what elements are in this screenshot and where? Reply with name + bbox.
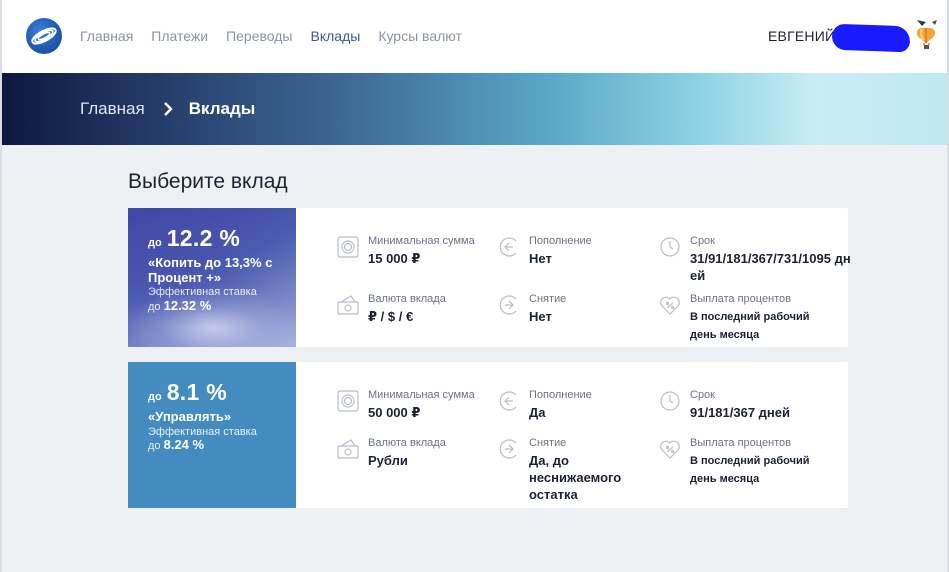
rate-value: 12.2 % xyxy=(166,225,241,251)
deposit-card[interactable]: до 12.2 % «Копить до 13,3% с Процент +» … xyxy=(128,208,851,347)
feature-label: Пополнение xyxy=(529,235,592,247)
feature-label: Выплата процентов xyxy=(690,293,792,305)
feature-value: 50 000 ₽ xyxy=(368,405,421,420)
rate-prefix: до xyxy=(148,391,162,403)
heart-percent-icon xyxy=(658,293,682,317)
nav-item-deposits[interactable]: Вклады xyxy=(311,28,361,45)
nav-item-home[interactable]: Главная xyxy=(80,28,133,45)
effective-rate-prefix: до xyxy=(148,440,161,452)
deposit-card[interactable]: до 8.1 % «Управлять» Эффективная ставка … xyxy=(128,362,848,508)
user-name[interactable]: ЕВГЕНИЙ xyxy=(768,28,835,45)
feature-value: В последний рабочий день месяца xyxy=(690,455,810,485)
feature-label: Минимальная сумма xyxy=(368,389,475,401)
breadcrumb-home[interactable]: Главная xyxy=(80,99,145,119)
coin-icon xyxy=(336,389,360,413)
effective-rate-line: до 8.24 % xyxy=(148,438,204,453)
page-title: Выберите вклад xyxy=(128,170,288,193)
nav-item-exchange-rates[interactable]: Курсы валют xyxy=(378,28,462,45)
rate-line: до 8.1 % xyxy=(148,379,227,406)
feature-label: Снятие xyxy=(529,437,567,449)
feature-label: Срок xyxy=(690,389,715,401)
top-navigation-bar: Главная Платежи Переводы Вклады Курсы ва… xyxy=(0,0,949,73)
main-nav: Главная Платежи Переводы Вклады Курсы ва… xyxy=(80,28,480,45)
rate-panel: до 8.1 % «Управлять» Эффективная ставка … xyxy=(128,362,296,508)
nav-item-payments[interactable]: Платежи xyxy=(151,28,208,45)
feature-value: Да, до неснижаемого остатка xyxy=(529,453,622,502)
page-banner: Главная Вклады xyxy=(0,73,949,145)
feature-label: Снятие xyxy=(529,293,567,305)
feature-value: 15 000 ₽ xyxy=(368,251,421,266)
deposit-name: «Управлять» xyxy=(148,409,232,424)
rate-line: до 12.2 % xyxy=(148,225,240,252)
cash-icon xyxy=(336,437,360,461)
withdraw-icon xyxy=(497,293,521,317)
effective-rate-value: 12.32 % xyxy=(163,298,212,313)
feature-label: Срок xyxy=(690,235,715,247)
nav-item-transfers[interactable]: Переводы xyxy=(226,28,292,45)
bank-logo-icon[interactable] xyxy=(26,18,62,54)
breadcrumb-current: Вклады xyxy=(188,99,256,118)
feature-value: Рубли xyxy=(368,453,408,468)
breadcrumb: Главная Вклады xyxy=(80,99,255,119)
replenish-icon xyxy=(497,235,521,259)
window-frame-left xyxy=(0,0,2,572)
feature-label: Валюта вклада xyxy=(368,437,446,449)
redacted-surname xyxy=(831,23,911,53)
feature-value: Нет xyxy=(529,309,552,324)
heart-percent-icon xyxy=(658,437,682,461)
withdraw-icon xyxy=(497,437,521,461)
feature-value: Нет xyxy=(529,251,552,266)
feature-label: Выплата процентов xyxy=(690,437,792,449)
replenish-icon xyxy=(497,389,521,413)
feature-value: Да xyxy=(529,405,546,420)
effective-rate-line: до 12.32 % xyxy=(148,299,211,314)
rate-panel: до 12.2 % «Копить до 13,3% с Процент +» … xyxy=(128,208,296,347)
feature-label: Валюта вклада xyxy=(368,293,446,305)
effective-rate-value: 8.24 % xyxy=(163,437,205,452)
rate-value: 8.1 % xyxy=(166,379,228,405)
deposit-name: «Копить до 13,3% с Процент +» xyxy=(148,255,273,285)
feature-value: ₽ / $ / € xyxy=(368,309,414,324)
clock-icon xyxy=(658,389,682,413)
coin-icon xyxy=(336,235,360,259)
user-avatar-balloon-icon[interactable] xyxy=(910,18,944,54)
feature-label: Пополнение xyxy=(529,389,592,401)
rate-prefix: до xyxy=(148,237,162,249)
feature-value: В последний рабочий день месяца xyxy=(690,311,810,341)
feature-value: 31/91/181/367/731/1095 дней xyxy=(690,251,851,283)
clock-icon xyxy=(658,235,682,259)
cash-icon xyxy=(336,293,360,317)
effective-rate-prefix: до xyxy=(148,301,161,313)
chevron-right-icon xyxy=(159,100,177,118)
feature-value: 91/181/367 дней xyxy=(690,405,791,420)
feature-label: Минимальная сумма xyxy=(368,235,475,247)
